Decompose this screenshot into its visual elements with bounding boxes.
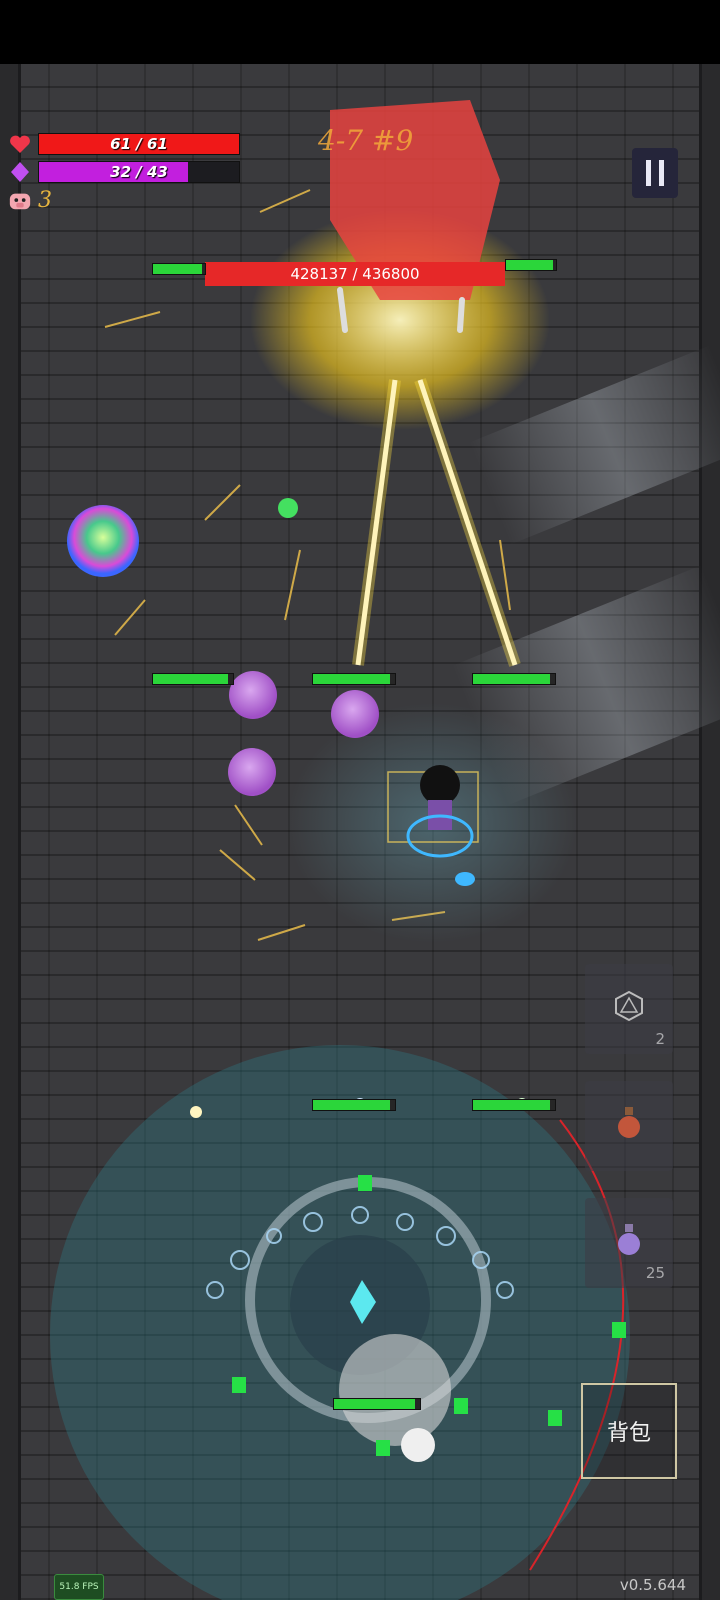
pause-button[interactable] <box>632 148 678 198</box>
arrow-streak <box>259 189 311 213</box>
mana-bar: 32 / 43 <box>38 161 240 183</box>
heart-icon <box>8 132 32 156</box>
turret <box>232 1377 246 1393</box>
arrow-streak <box>257 924 306 941</box>
mana-text: 32 / 43 <box>110 163 168 181</box>
enemy-hp-bar <box>472 1099 556 1111</box>
pig-icon <box>8 189 32 213</box>
turret <box>454 1398 468 1414</box>
enemy-hp-bar <box>505 259 557 271</box>
purple-slime-enemy <box>229 671 277 719</box>
light-post <box>190 1106 202 1118</box>
arrow-streak <box>219 849 256 881</box>
arrow-streak <box>104 311 161 328</box>
arrow-streak <box>284 549 301 621</box>
pause-icon <box>646 160 664 186</box>
enemy-hp-bar <box>312 1099 396 1111</box>
item-slot-dice[interactable]: 2 <box>585 964 673 1054</box>
mana-row: 32 / 43 <box>8 160 240 184</box>
health-bar: 61 / 61 <box>38 133 240 155</box>
item-count: 2 <box>655 1030 665 1048</box>
version-label: v0.5.644 <box>619 1576 686 1594</box>
enemy-hp-bar <box>312 673 396 685</box>
arrow-streak <box>499 539 511 611</box>
turret <box>358 1175 372 1191</box>
turret <box>548 1410 562 1426</box>
health-row: 61 / 61 <box>8 132 240 156</box>
enemy-hp-bar <box>472 673 556 685</box>
boss-hp-text: 428137 / 436800 <box>290 265 420 283</box>
potion-icon <box>618 1107 640 1138</box>
potion-icon <box>618 1224 640 1255</box>
green-orb <box>278 498 298 518</box>
rainbow-orb <box>67 505 139 577</box>
turret <box>376 1440 390 1456</box>
d20-dice-icon <box>615 990 643 1022</box>
health-text: 61 / 61 <box>110 135 168 153</box>
turret <box>612 1322 626 1338</box>
lightning-beam <box>414 378 521 667</box>
backpack-button[interactable]: 背包 <box>581 1383 677 1479</box>
coin-count: 3 <box>38 188 52 213</box>
item-count: 25 <box>645 1264 665 1282</box>
joystick-knob <box>401 1428 435 1462</box>
arrow-streak <box>204 484 241 521</box>
purple-slime-enemy <box>228 748 276 796</box>
coins-row: 3 <box>8 188 52 213</box>
level-indicator: 4-7 #9 <box>318 124 414 157</box>
enemy-hp-bar <box>152 263 206 275</box>
item-slot-potion[interactable]: 25 <box>585 1198 673 1288</box>
purple-slime-enemy <box>331 690 379 738</box>
battlefield-layer <box>50 100 630 1600</box>
arrow-streak <box>234 804 263 846</box>
enemy-hp-bar <box>333 1398 421 1410</box>
fps-counter: 51.8 FPS <box>54 1574 104 1600</box>
arrow-streak <box>114 599 146 636</box>
joystick-thumb <box>339 1334 451 1446</box>
mana-crystal-icon <box>8 160 32 184</box>
enemy-hp-bar <box>152 673 234 685</box>
item-slot-potion[interactable] <box>585 1081 673 1171</box>
